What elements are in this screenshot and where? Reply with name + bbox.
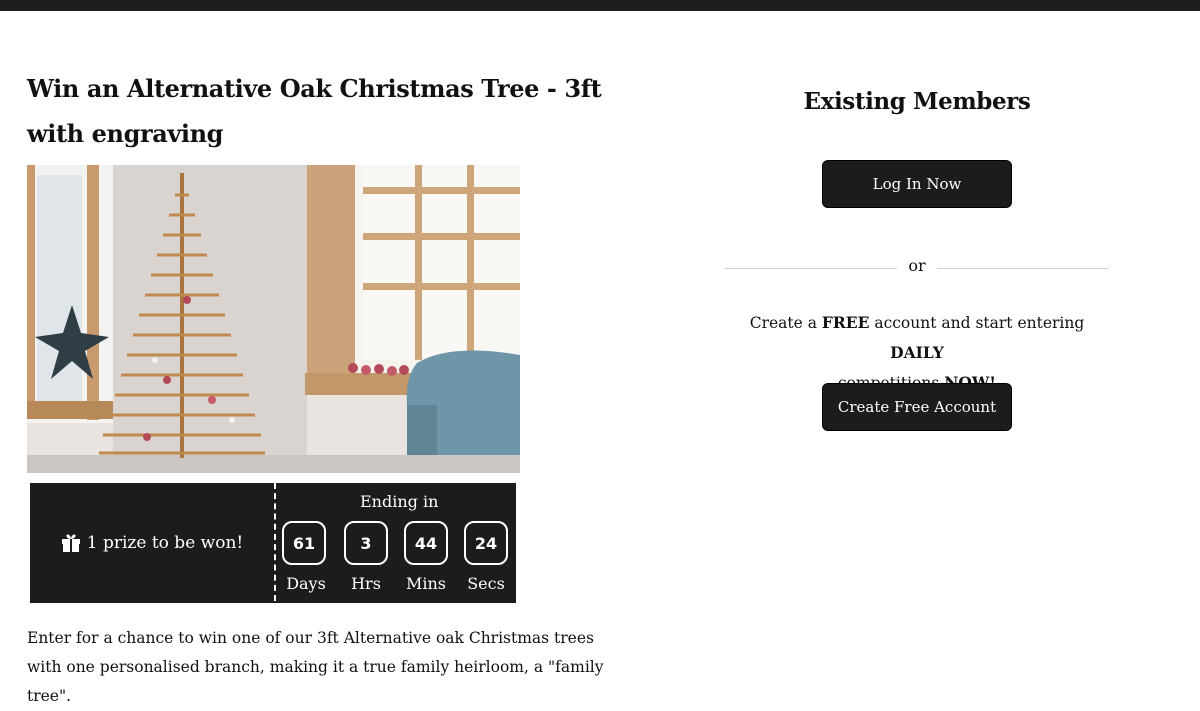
countdown-days: 61 — [282, 521, 326, 565]
prize-count: 1 prize to be won! — [30, 483, 274, 603]
login-button[interactable]: Log In Now — [822, 160, 1012, 208]
competition-title: Win an Alternative Oak Christmas Tree - … — [27, 74, 602, 148]
countdown-hours: 3 — [344, 521, 388, 565]
gift-icon — [61, 533, 81, 553]
promo-emphasis-daily: DAILY — [890, 343, 944, 362]
countdown-hours-label: Hrs — [351, 574, 381, 593]
countdown-minutes: 44 — [404, 521, 448, 565]
create-account-button[interactable]: Create Free Account — [822, 383, 1012, 431]
or-divider-right — [932, 268, 1109, 269]
promo-emphasis-free: FREE — [821, 313, 870, 332]
promo-text-part: Create a — [749, 314, 822, 332]
countdown-minutes-label: Mins — [405, 574, 446, 593]
competition-description: Enter for a chance to win one of our 3ft… — [27, 629, 604, 705]
prize-image — [27, 165, 520, 473]
top-bar — [0, 0, 1200, 11]
existing-members-title: Existing Members — [803, 88, 1031, 115]
countdown-seconds: 24 — [464, 521, 508, 565]
prize-countdown-panel: 1 prize to be won! Ending in 61 3 44 24 … — [30, 483, 516, 603]
ending-label: Ending in — [360, 492, 439, 511]
or-divider-left — [725, 268, 900, 269]
countdown-days-label: Days — [286, 574, 326, 593]
prize-text: 1 prize to be won! — [86, 533, 244, 553]
or-label: or — [897, 256, 937, 275]
promo-text-part: account and start entering — [869, 314, 1085, 332]
countdown-seconds-label: Secs — [467, 574, 505, 593]
